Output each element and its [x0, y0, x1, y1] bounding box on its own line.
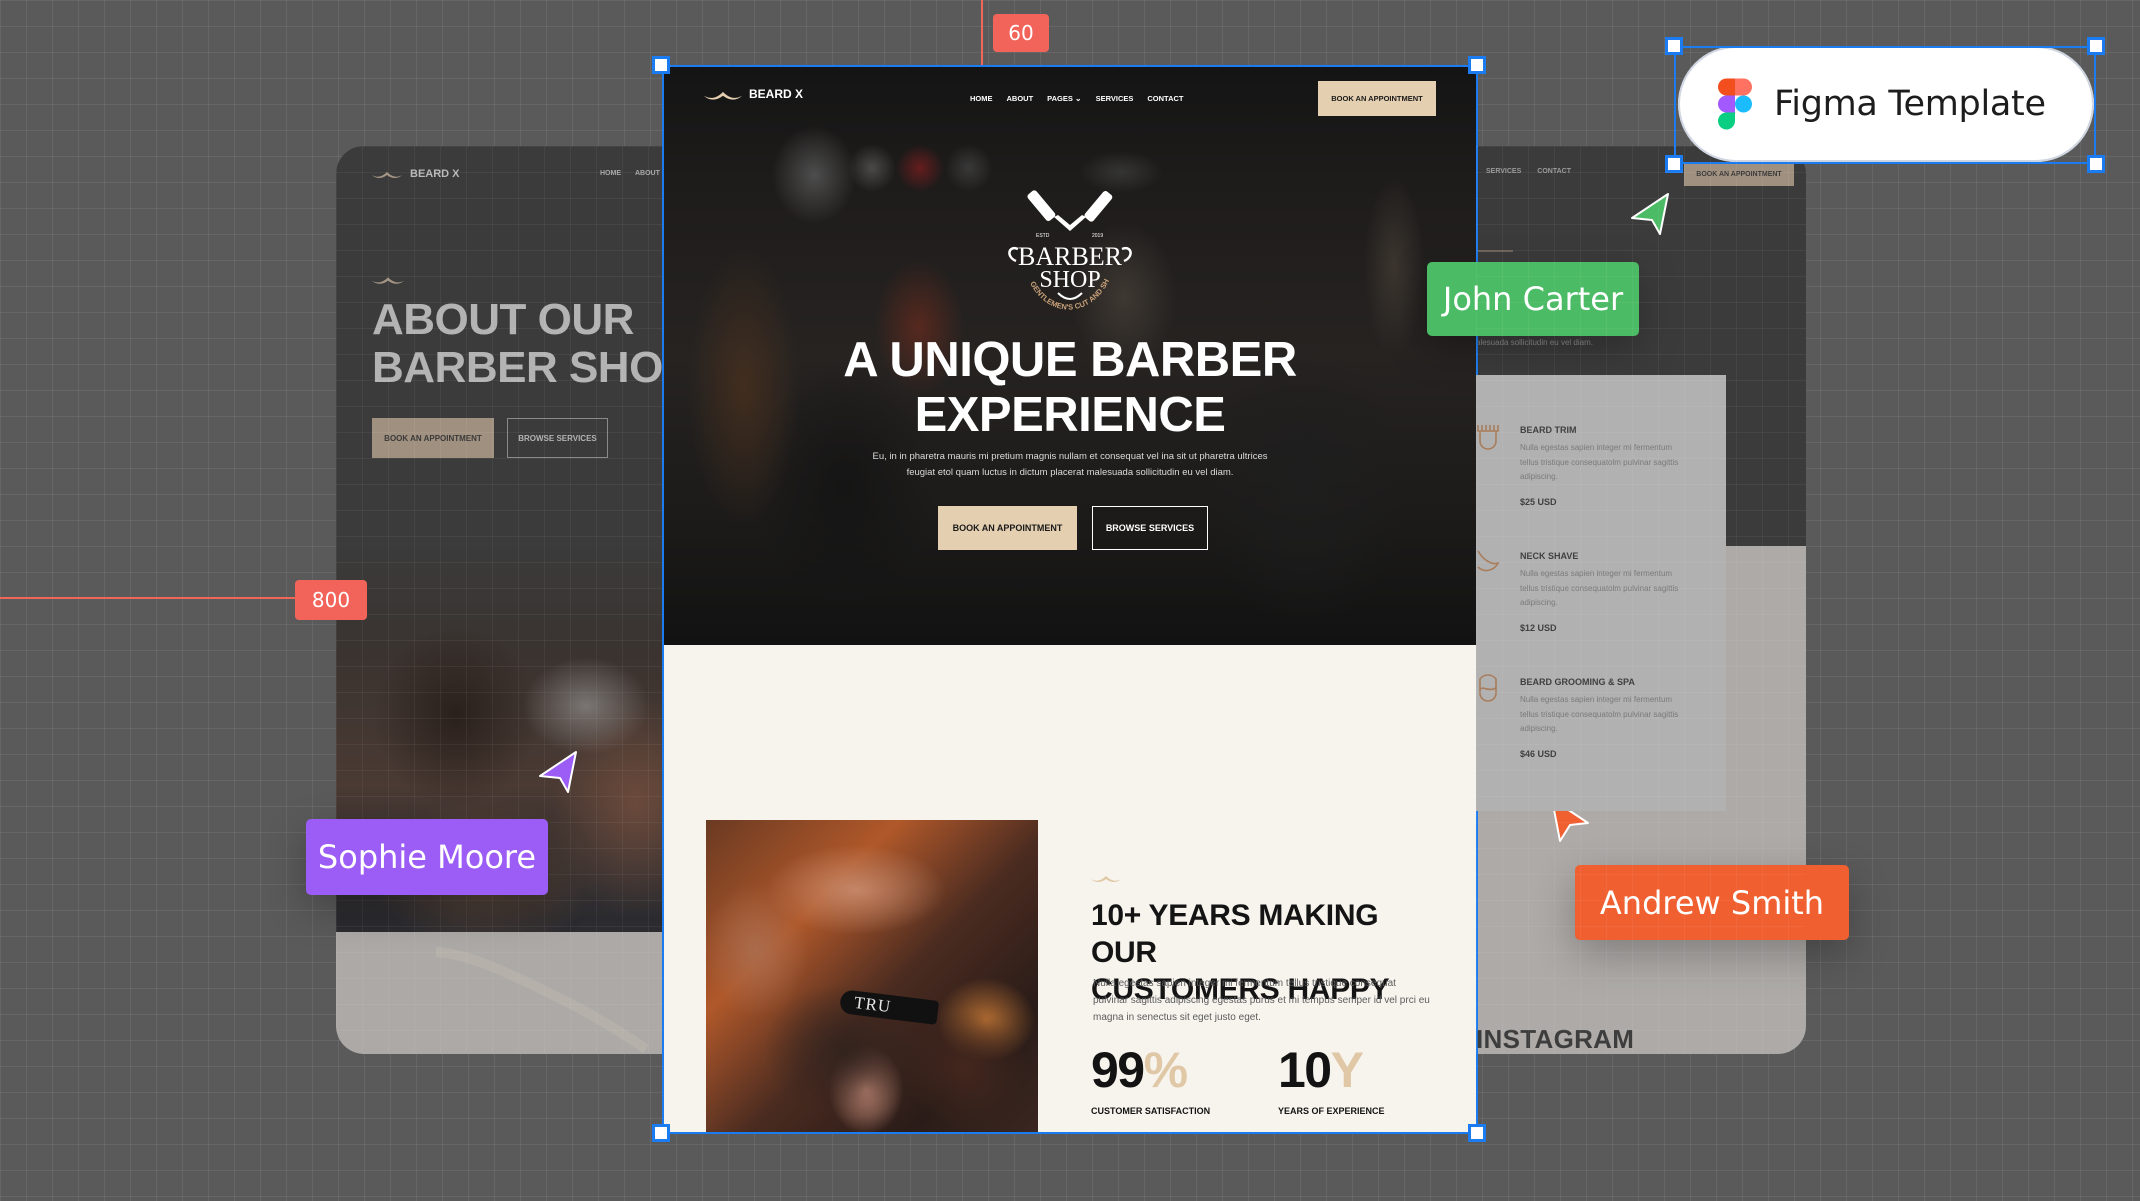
book-appointment-button[interactable]: BOOK AN APPOINTMENT [938, 506, 1077, 550]
left-page-title: ABOUT OUR BARBER SHOP [372, 296, 666, 392]
hero-title-line2: EXPERIENCE [914, 388, 1226, 442]
resize-handle-top-left[interactable] [1665, 37, 1683, 55]
service-description: Nulla egestas sapien integer mi fermentu… [1520, 695, 1679, 733]
mustache-icon [372, 277, 404, 284]
service-price: $46 USD [1520, 748, 1557, 759]
left-title-line1: ABOUT OUR [372, 295, 634, 344]
stat-label: YEARS OF EXPERIENCE [1278, 1106, 1385, 1116]
guide-label-800: 800 [295, 580, 367, 620]
hero-section: BEARD X HOME ABOUT PAGES ⌄ SERVICES CONTA… [664, 67, 1476, 645]
left-nav-about[interactable]: ABOUT [635, 170, 660, 177]
brand-name: BEARD X [749, 87, 804, 101]
figma-template-label: Figma Template [1774, 84, 2046, 124]
guide-label-60: 60 [993, 14, 1049, 52]
about-title-line1: 10+ YEARS MAKING OUR [1091, 899, 1379, 969]
services-list: BEARD TRIM Nulla egestas sapien integer … [1476, 375, 1726, 811]
chevron-down-icon: ⌄ [1074, 94, 1082, 103]
service-title: BEARD TRIM [1520, 425, 1577, 435]
service-price: $12 USD [1520, 622, 1557, 633]
collaborator-tag-john-carter: John Carter [1427, 262, 1639, 336]
stat-unit: Y [1330, 1042, 1364, 1098]
right-book-appointment-button[interactable]: BOOK AN APPOINTMENT [1684, 162, 1794, 186]
about-description: Nulla egestas sapien integer mi fermentu… [1093, 978, 1430, 1023]
stat-number: 99 [1091, 1042, 1145, 1098]
right-nav-contact[interactable]: CONTACT [1537, 168, 1571, 175]
resize-handle-bottom-right[interactable] [1468, 1124, 1486, 1142]
badge-estd: ESTD [1036, 233, 1050, 239]
left-book-appointment-button[interactable]: BOOK AN APPOINTMENT [372, 418, 494, 458]
nav-pages-label: PAGES [1047, 94, 1073, 103]
stat-value: 99% [1091, 1042, 1210, 1098]
stat-satisfaction: 99% CUSTOMER SATISFACTION [1091, 1042, 1210, 1116]
service-title: NECK SHAVE [1520, 551, 1579, 561]
resize-handle-top-left[interactable] [652, 56, 670, 74]
stat-label: CUSTOMER SATISFACTION [1091, 1106, 1211, 1116]
instagram-heading: INSTAGRAM [1476, 1024, 1635, 1054]
service-item[interactable]: NECK SHAVE Nulla egestas sapien integer … [1477, 550, 1720, 633]
stat-number: 10 [1278, 1042, 1332, 1098]
brand-logo[interactable]: BEARD X [704, 87, 803, 101]
main-page-frame[interactable]: BEARD X HOME ABOUT PAGES ⌄ SERVICES CONTA… [662, 65, 1478, 1134]
service-title: BEARD GROOMING & SPA [1520, 677, 1635, 687]
cursor-icon-john [1631, 193, 1669, 235]
figma-template-badge[interactable]: Figma Template [1678, 46, 2094, 162]
barbershop-badge-logo: ESTD 2019 BARBER SHOP GENTLEMEN'S CUT AN… [996, 187, 1132, 312]
collaborator-tag-andrew-smith: Andrew Smith [1575, 865, 1849, 940]
left-page-preview[interactable]: BEARD X HOME ABOUT ABOUT OUR BARBER SHOP… [336, 146, 666, 1054]
divider [1476, 250, 1513, 252]
service-description: Nulla egestas sapien integer mi fermentu… [1520, 443, 1679, 481]
nav-home[interactable]: HOME [970, 94, 993, 103]
trimmer-icon [1477, 425, 1499, 450]
mustache-icon [1091, 876, 1121, 882]
hero-description-line1: Eu, in in pharetra mauris mi pretium mag… [872, 451, 1268, 462]
right-nav-services[interactable]: SERVICES [1486, 168, 1521, 175]
face-icon [1479, 674, 1497, 702]
left-page-lower-section [336, 932, 666, 1054]
stat-experience: 10Y YEARS OF EXPERIENCE [1278, 1042, 1385, 1116]
service-item[interactable]: BEARD TRIM Nulla egestas sapien integer … [1477, 425, 1720, 507]
stat-value: 10Y [1278, 1042, 1385, 1098]
resize-handle-bottom-right[interactable] [2087, 155, 2105, 173]
mustache-icon [372, 172, 402, 178]
cursor-icon-sophie [539, 751, 577, 793]
right-description-tail: alesuada sollicitudin eu vel diam. [1476, 338, 1593, 347]
nav-about[interactable]: ABOUT [1007, 94, 1034, 103]
left-nav: HOME ABOUT [600, 170, 660, 177]
comb-text: TRU [838, 989, 940, 1025]
resize-handle-top-right[interactable] [2087, 37, 2105, 55]
right-nav: SERVICES CONTACT [1486, 168, 1571, 175]
collaborator-tag-sophie-moore: Sophie Moore [306, 819, 548, 895]
left-title-line2: BARBER SHOP [372, 343, 666, 392]
vertical-guide-line [981, 0, 983, 67]
hero-description: Eu, in in pharetra mauris mi pretium mag… [664, 449, 1476, 481]
hero-description-line2: feugiat etol quam luctus in dictum place… [906, 467, 1234, 478]
mustache-icon [704, 91, 742, 100]
hero-title: A UNIQUE BARBER EXPERIENCE [664, 333, 1476, 443]
nav-pages[interactable]: PAGES ⌄ [1047, 94, 1081, 103]
nav-book-appointment-button[interactable]: BOOK AN APPOINTMENT [1318, 81, 1436, 116]
left-brand-name: BEARD X [410, 168, 460, 180]
badge-shop: SHOP [1039, 267, 1100, 293]
left-browse-services-button[interactable]: BROWSE SERVICES [507, 418, 608, 458]
resize-handle-bottom-left[interactable] [652, 1124, 670, 1142]
resize-handle-bottom-left[interactable] [1665, 155, 1683, 173]
nav-services[interactable]: SERVICES [1096, 94, 1134, 103]
nav-contact[interactable]: CONTACT [1147, 94, 1183, 103]
left-brand-logo[interactable]: BEARD X [372, 168, 460, 180]
main-nav: HOME ABOUT PAGES ⌄ SERVICES CONTACT [970, 94, 1183, 103]
razor-icon [1477, 550, 1500, 572]
haircut-photo: TRU [706, 820, 1038, 1132]
stat-unit: % [1143, 1042, 1188, 1098]
badge-year: 2019 [1092, 233, 1103, 239]
figma-logo-icon [1718, 78, 1752, 130]
left-nav-home[interactable]: HOME [600, 170, 621, 177]
service-item[interactable]: BEARD GROOMING & SPA Nulla egestas sapie… [1479, 674, 1720, 759]
hero-title-line1: A UNIQUE BARBER [843, 333, 1297, 387]
service-description: Nulla egestas sapien integer mi fermentu… [1520, 569, 1679, 607]
razor-illustration-icon [435, 947, 649, 1054]
service-price: $25 USD [1520, 496, 1557, 507]
browse-services-button[interactable]: BROWSE SERVICES [1092, 506, 1208, 550]
resize-handle-top-right[interactable] [1468, 56, 1486, 74]
